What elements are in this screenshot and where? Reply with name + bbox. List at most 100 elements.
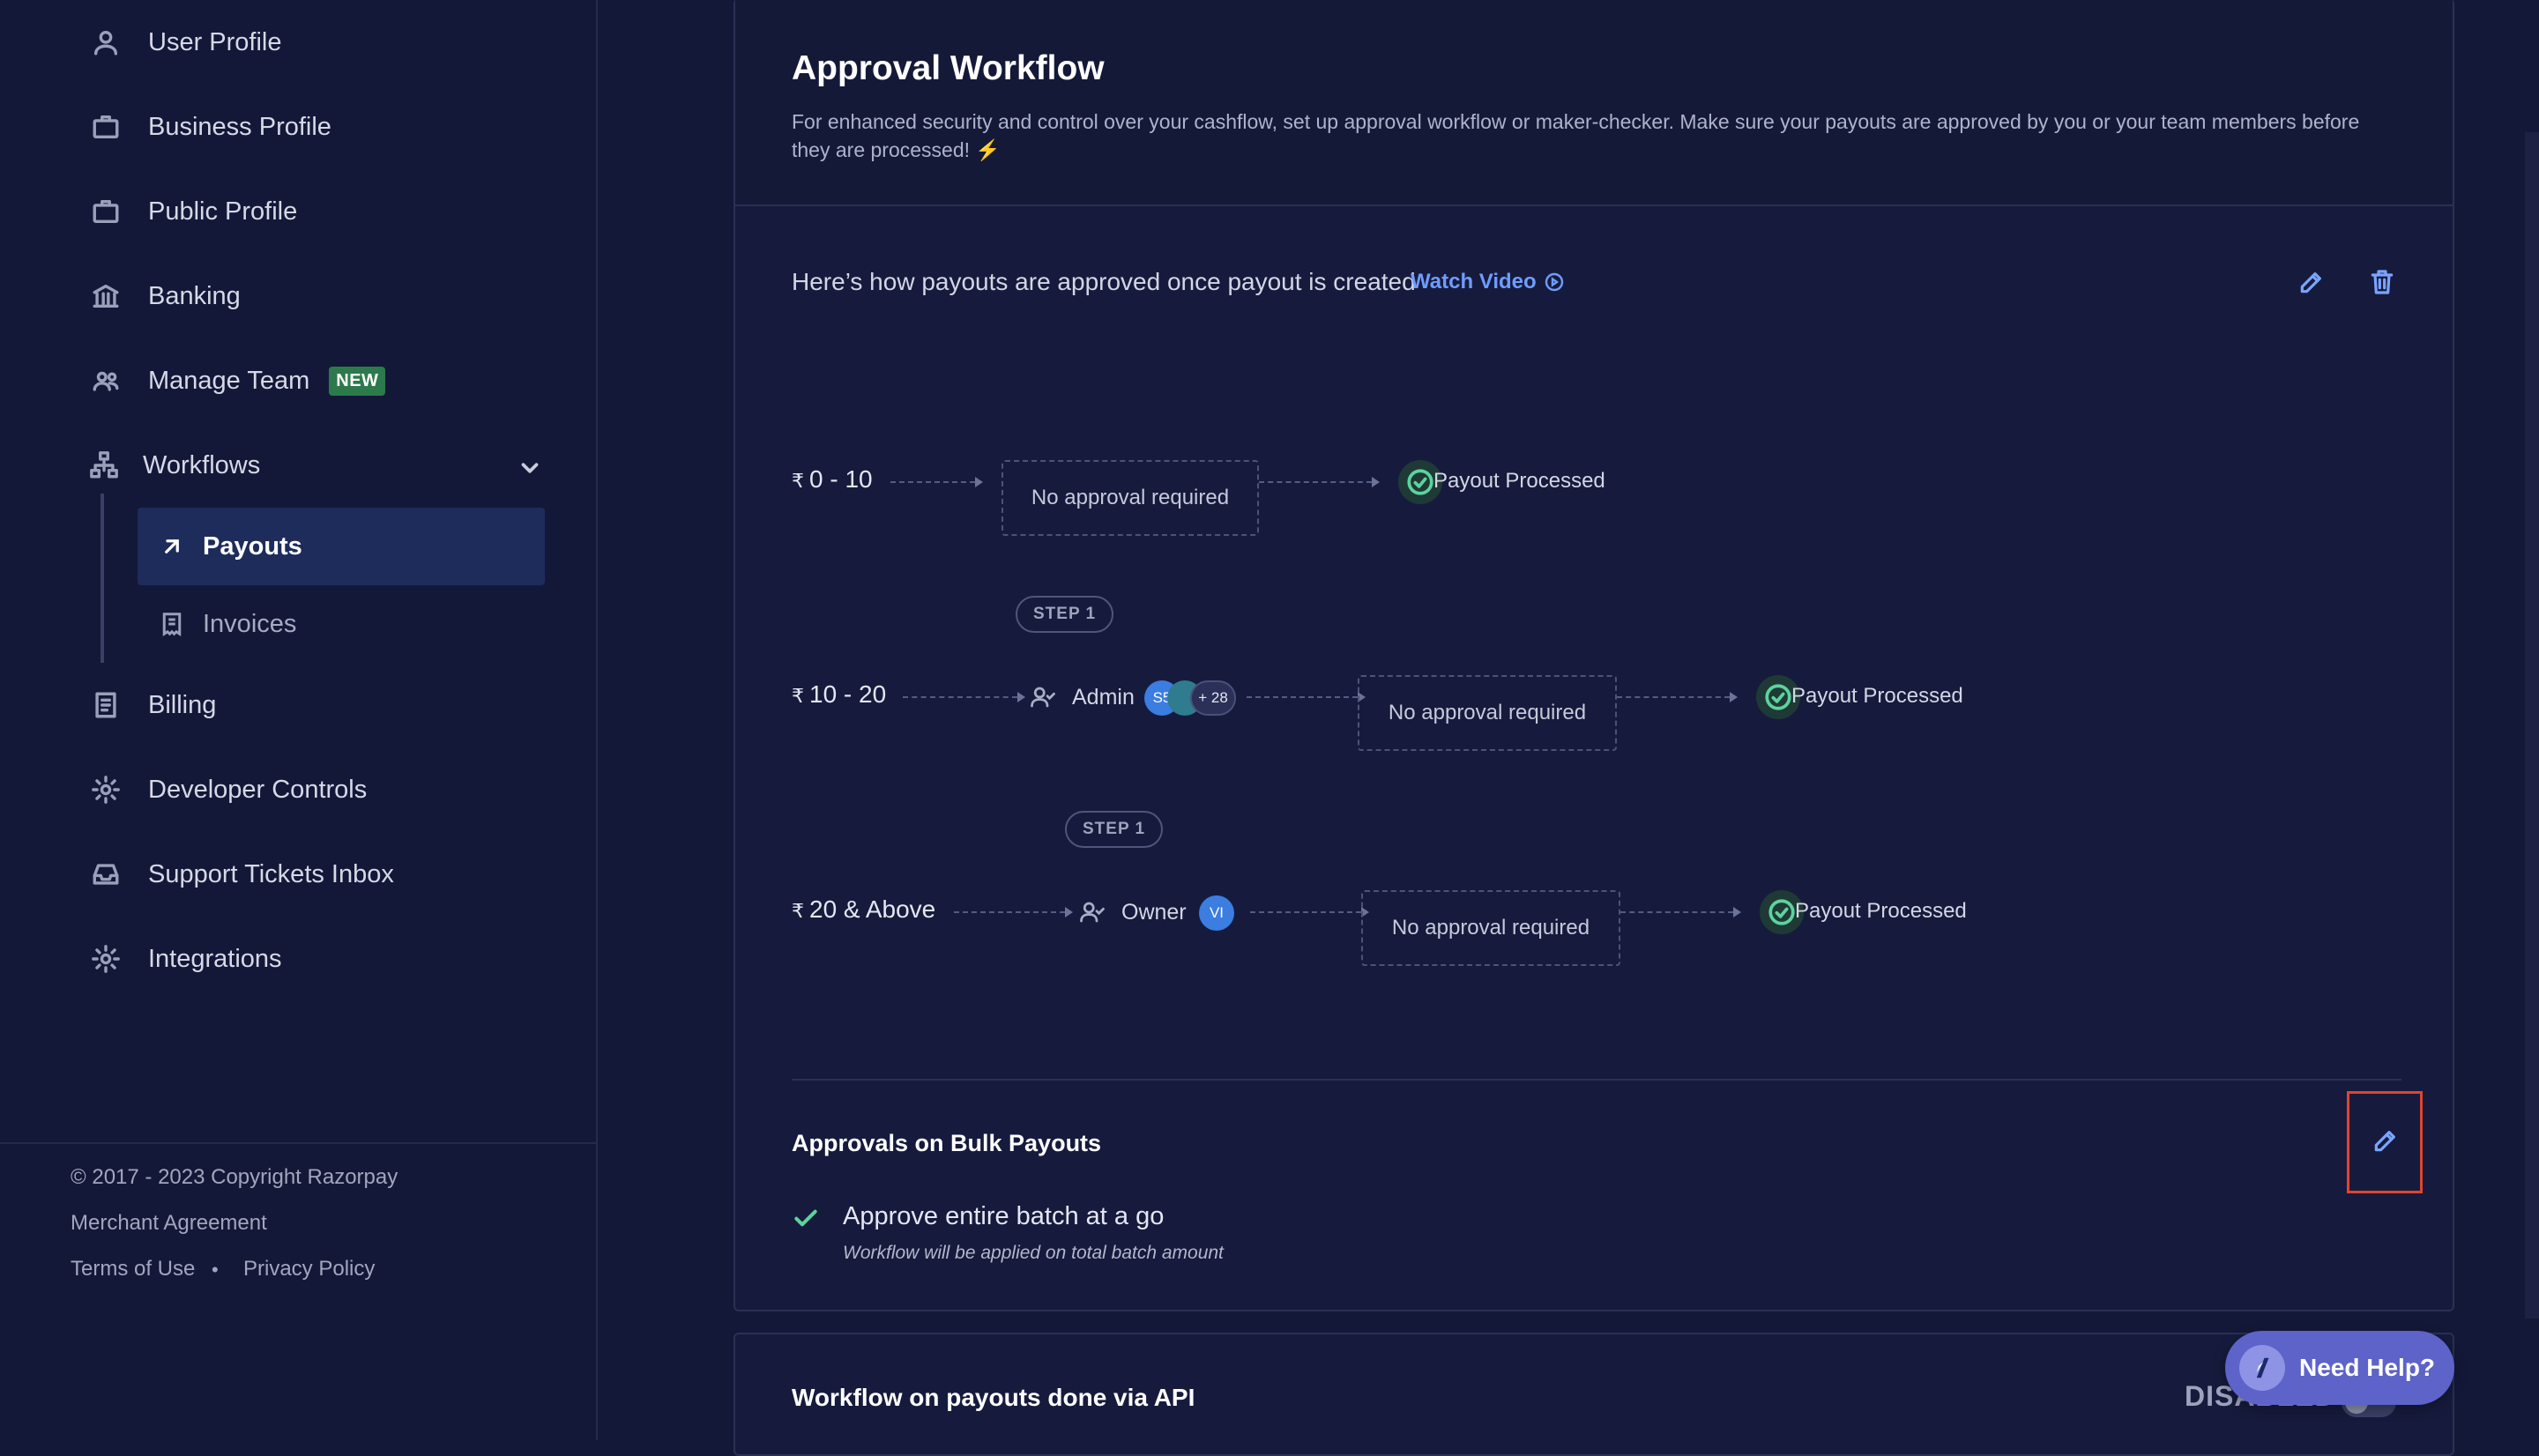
sidebar: User Profile Business Profile Public Pro… xyxy=(0,0,598,1440)
privacy-policy-link[interactable]: Privacy Policy xyxy=(243,1257,375,1281)
scrollbar[interactable] xyxy=(2525,132,2539,1319)
bulk-option-label: Approve entire batch at a go xyxy=(843,1202,1165,1230)
sidebar-item-label: Support Tickets Inbox xyxy=(148,859,394,888)
invoice-icon xyxy=(162,613,182,637)
sidebar-item-public-profile[interactable]: Public Profile xyxy=(88,185,297,238)
briefcase-icon xyxy=(88,109,123,145)
range-label: 20 & Above xyxy=(809,895,936,923)
approval-box: No approval required xyxy=(1361,890,1620,966)
sidebar-item-workflows[interactable]: Workflows xyxy=(86,439,260,492)
sidebar-item-support-tickets[interactable]: Support Tickets Inbox xyxy=(88,848,394,901)
sidebar-item-label: Workflows xyxy=(143,450,261,479)
footer-separator: • xyxy=(212,1259,219,1281)
payout-processed-label: Payout Processed xyxy=(1791,684,1963,708)
sidebar-divider xyxy=(0,1142,598,1144)
sidebar-item-label: Manage Team xyxy=(148,366,310,395)
connector-line xyxy=(954,911,1065,913)
api-workflow-title: Workflow on payouts done via API xyxy=(792,1384,1195,1411)
pencil-icon xyxy=(2300,272,2321,293)
approval-box: No approval required xyxy=(1358,675,1617,751)
approver-role: Admin xyxy=(1030,684,1135,710)
amount-range: ₹0 - 10 xyxy=(792,465,873,494)
connector-arrow xyxy=(1733,907,1741,917)
amount-range: ₹20 & Above xyxy=(792,895,935,924)
avatar[interactable]: VI xyxy=(1199,895,1234,931)
pencil-icon xyxy=(2374,1131,2395,1152)
copyright-text: © 2017 - 2023 Copyright Razorpay xyxy=(71,1165,398,1189)
currency-symbol: ₹ xyxy=(792,685,804,707)
connector-arrow xyxy=(1372,477,1380,487)
checkmark-icon xyxy=(792,1204,820,1232)
section-divider xyxy=(792,1079,2401,1081)
edit-bulk-approval-button[interactable] xyxy=(2366,1121,2405,1160)
delete-workflow-button[interactable] xyxy=(2363,263,2401,301)
sidebar-item-integrations[interactable]: Integrations xyxy=(88,932,282,985)
workflow-icon xyxy=(86,448,122,483)
connector-line xyxy=(1250,911,1361,913)
payout-processed-label: Payout Processed xyxy=(1795,899,1967,923)
user-icon xyxy=(88,25,123,60)
sidebar-item-label: Billing xyxy=(148,690,217,719)
range-label: 0 - 10 xyxy=(809,465,873,493)
card-header: Approval Workflow For enhanced security … xyxy=(735,0,2453,206)
sidebar-item-label: Integrations xyxy=(148,944,282,973)
currency-symbol: ₹ xyxy=(792,470,804,492)
approval-box: No approval required xyxy=(1001,460,1259,536)
sidebar-item-banking[interactable]: Banking xyxy=(88,270,241,323)
sidebar-item-label: User Profile xyxy=(148,27,282,56)
need-help-button[interactable]: Need Help? xyxy=(2225,1331,2454,1405)
connector-line xyxy=(1617,696,1730,698)
sidebar-item-developer-controls[interactable]: Developer Controls xyxy=(88,763,367,816)
api-workflow-card: Workflow on payouts done via API DISABLE… xyxy=(733,1333,2454,1456)
connector-line xyxy=(1259,481,1372,483)
role-label: Owner xyxy=(1121,899,1187,925)
watch-video-link[interactable]: Watch Video xyxy=(1411,270,1565,294)
gear-icon xyxy=(88,772,123,807)
more-approvers-badge[interactable]: + 28 xyxy=(1190,680,1236,716)
terms-of-use-link[interactable]: Terms of Use xyxy=(71,1257,195,1281)
bulk-option-subtext: Workflow will be applied on total batch … xyxy=(843,1243,1224,1263)
amount-range: ₹10 - 20 xyxy=(792,680,886,709)
merchant-agreement-link[interactable]: Merchant Agreement xyxy=(71,1211,267,1236)
submenu-line xyxy=(101,494,104,663)
approver-role: Owner xyxy=(1079,899,1187,925)
connector-line xyxy=(1247,696,1358,698)
sidebar-item-label: Invoices xyxy=(203,609,297,638)
sidebar-item-label: Developer Controls xyxy=(148,775,368,804)
approval-box-label: No approval required xyxy=(1391,916,1590,940)
need-help-label: Need Help? xyxy=(2299,1354,2436,1381)
trash-icon xyxy=(2371,270,2394,294)
approval-box-label: No approval required xyxy=(1031,486,1230,509)
sidebar-item-label: Payouts xyxy=(203,531,302,561)
step-pill: STEP 1 xyxy=(1016,596,1114,633)
razorpay-logo-icon xyxy=(2239,1345,2285,1391)
inbox-icon xyxy=(88,857,123,892)
edit-workflow-button[interactable] xyxy=(2292,263,2331,301)
play-circle-icon xyxy=(1545,272,1563,292)
payout-processed-label: Payout Processed xyxy=(1433,469,1605,493)
step-pill: STEP 1 xyxy=(1065,811,1164,848)
arrow-up-right-icon xyxy=(165,539,179,553)
page-title: Approval Workflow xyxy=(792,49,1105,87)
sidebar-item-billing[interactable]: Billing xyxy=(88,679,216,732)
approval-box-label: No approval required xyxy=(1388,701,1587,724)
new-badge: NEW xyxy=(329,366,386,396)
sidebar-item-invoices[interactable]: Invoices xyxy=(159,599,296,649)
page-description: For enhanced security and control over y… xyxy=(792,110,2360,161)
bank-icon xyxy=(88,279,123,314)
sidebar-item-business-profile[interactable]: Business Profile xyxy=(88,100,331,153)
receipt-icon xyxy=(88,687,123,723)
sidebar-item-label: Banking xyxy=(148,281,241,310)
team-icon xyxy=(88,363,123,398)
sidebar-item-label: Public Profile xyxy=(148,197,298,226)
sidebar-item-manage-team[interactable]: Manage Team NEW xyxy=(88,354,386,407)
bulk-payouts-title: Approvals on Bulk Payouts xyxy=(792,1130,1102,1156)
role-label: Admin xyxy=(1072,684,1135,709)
range-label: 10 - 20 xyxy=(809,680,887,708)
chevron-down-icon[interactable] xyxy=(517,455,543,481)
briefcase-icon xyxy=(88,194,123,229)
sidebar-item-payouts[interactable]: Payouts xyxy=(138,508,545,585)
sidebar-item-user-profile[interactable]: User Profile xyxy=(88,16,282,69)
workflow-intro-text: Here’s how payouts are approved once pay… xyxy=(792,268,1416,295)
connector-line xyxy=(1620,911,1733,913)
